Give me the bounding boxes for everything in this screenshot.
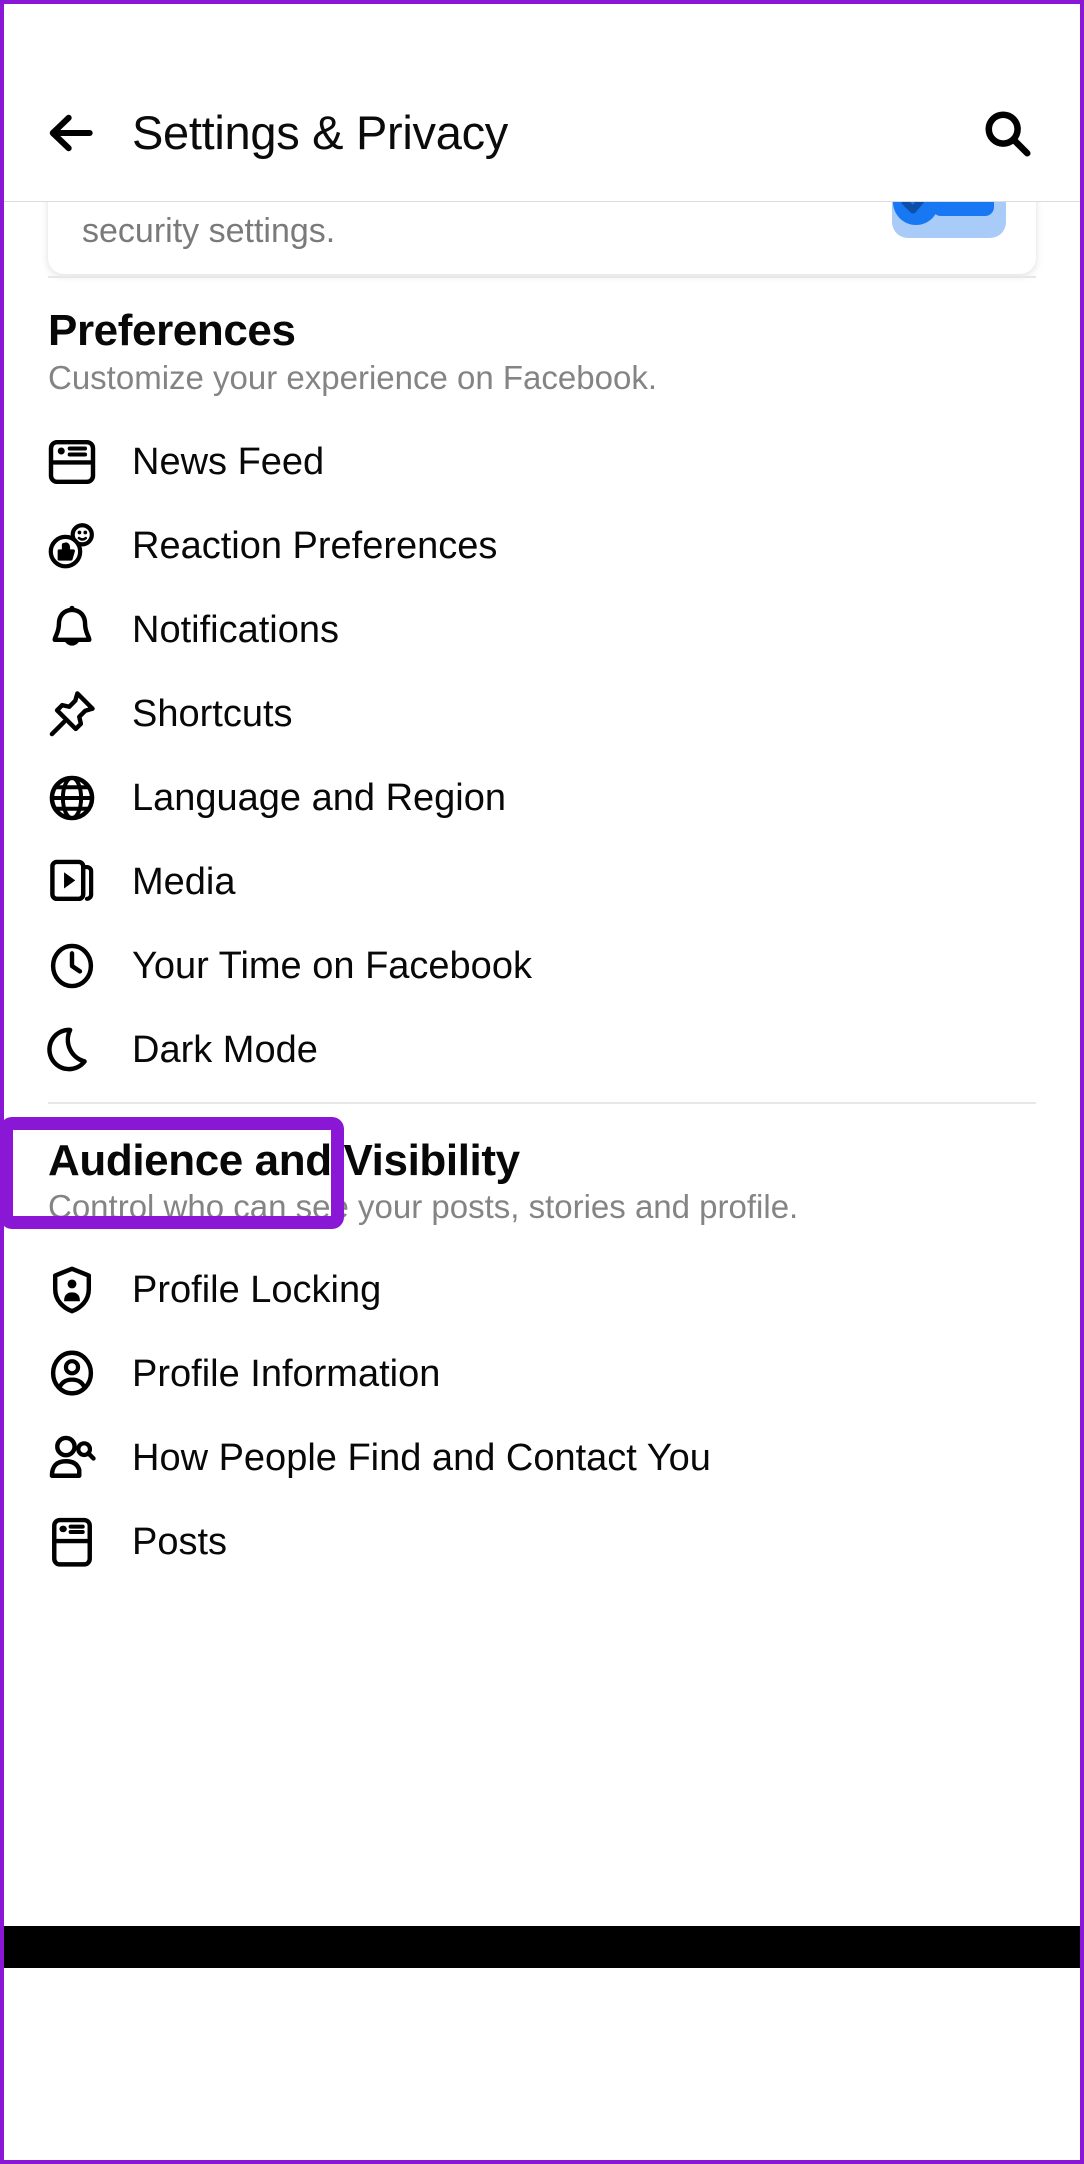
app-header: Settings & Privacy bbox=[4, 4, 1080, 202]
settings-row-media[interactable]: Media bbox=[40, 840, 1044, 924]
section-divider-top bbox=[48, 276, 1036, 278]
system-navigation-bar bbox=[4, 1926, 1080, 1968]
reaction-thumbs-up-icon bbox=[40, 514, 104, 578]
back-button[interactable] bbox=[38, 100, 104, 166]
settings-scroll-area[interactable]: A guided review of your important privac… bbox=[4, 202, 1080, 2120]
settings-row-label: Media bbox=[132, 861, 236, 904]
posts-card-icon bbox=[40, 1510, 104, 1574]
settings-row-profile-information[interactable]: Profile Information bbox=[40, 1332, 1044, 1416]
bell-icon bbox=[40, 598, 104, 662]
settings-row-reaction-preferences[interactable]: Reaction Preferences bbox=[40, 504, 1044, 588]
arrow-left-icon bbox=[43, 105, 99, 161]
settings-row-dark-mode[interactable]: Dark Mode bbox=[40, 1008, 1044, 1092]
settings-row-your-time-on-facebook[interactable]: Your Time on Facebook bbox=[40, 924, 1044, 1008]
settings-row-label: How People Find and Contact You bbox=[132, 1437, 711, 1480]
pin-icon bbox=[40, 682, 104, 746]
news-feed-icon bbox=[40, 430, 104, 494]
person-circle-icon bbox=[40, 1342, 104, 1406]
settings-row-label: Language and Region bbox=[132, 777, 506, 820]
search-icon bbox=[980, 106, 1034, 160]
settings-row-how-people-find-and-contact-you[interactable]: How People Find and Contact You bbox=[40, 1416, 1044, 1500]
section-subtitle-preferences: Customize your experience on Facebook. bbox=[48, 359, 657, 397]
section-title-audience-and-visibility: Audience and Visibility bbox=[48, 1136, 520, 1186]
settings-row-label: Your Time on Facebook bbox=[132, 945, 532, 988]
settings-row-label: Profile Information bbox=[132, 1353, 440, 1396]
settings-row-label: News Feed bbox=[132, 441, 324, 484]
person-search-icon bbox=[40, 1426, 104, 1490]
page-title: Settings & Privacy bbox=[132, 105, 974, 160]
search-button[interactable] bbox=[974, 100, 1040, 166]
settings-row-profile-locking[interactable]: Profile Locking bbox=[40, 1248, 1044, 1332]
settings-row-label: Profile Locking bbox=[132, 1269, 381, 1312]
shield-person-icon bbox=[40, 1258, 104, 1322]
phone-screen: Settings & Privacy A guided review of yo… bbox=[0, 0, 1084, 2164]
moon-icon bbox=[40, 1018, 104, 1082]
settings-row-label: Posts bbox=[132, 1521, 227, 1564]
settings-row-label: Reaction Preferences bbox=[132, 525, 497, 568]
settings-row-news-feed[interactable]: News Feed bbox=[40, 420, 1044, 504]
section-title-preferences: Preferences bbox=[48, 306, 296, 356]
settings-row-label: Shortcuts bbox=[132, 693, 293, 736]
settings-row-label: Dark Mode bbox=[132, 1029, 318, 1072]
section-divider-middle bbox=[48, 1102, 1036, 1104]
settings-row-shortcuts[interactable]: Shortcuts bbox=[40, 672, 1044, 756]
settings-row-notifications[interactable]: Notifications bbox=[40, 588, 1044, 672]
settings-row-label: Notifications bbox=[132, 609, 339, 652]
clock-icon bbox=[40, 934, 104, 998]
settings-row-posts[interactable]: Posts bbox=[40, 1500, 1044, 1584]
section-subtitle-audience-and-visibility: Control who can see your posts, stories … bbox=[48, 1188, 798, 1226]
globe-icon bbox=[40, 766, 104, 830]
media-play-stack-icon bbox=[40, 850, 104, 914]
settings-row-language-and-region[interactable]: Language and Region bbox=[40, 756, 1044, 840]
